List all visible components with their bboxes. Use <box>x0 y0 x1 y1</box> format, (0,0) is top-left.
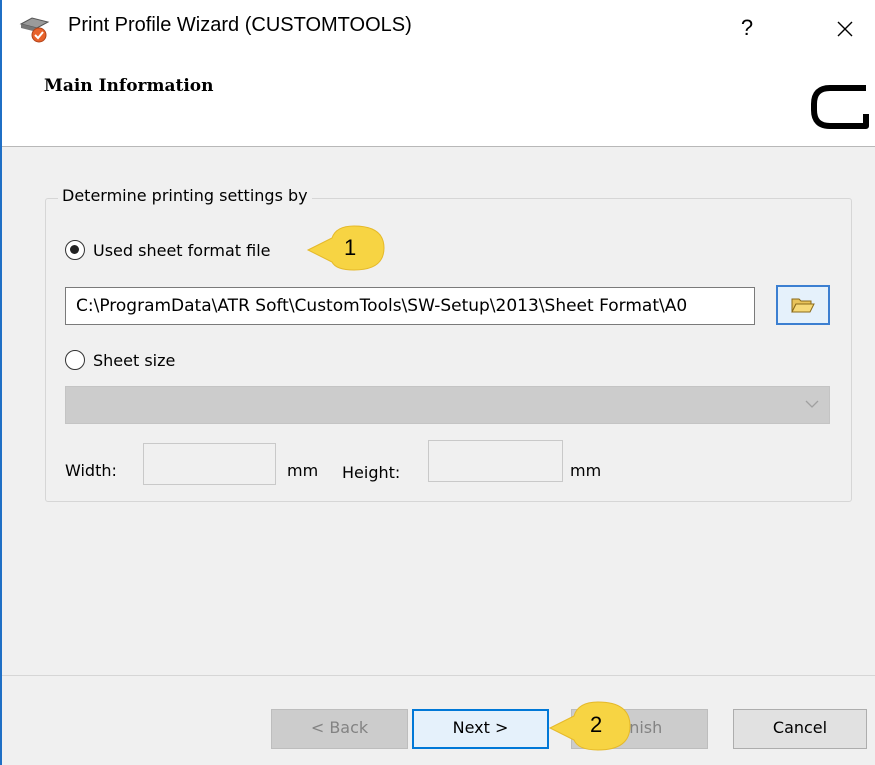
sheet-size-radio-label[interactable]: Sheet size <box>93 351 175 370</box>
sheet-size-radio[interactable] <box>65 350 85 370</box>
close-icon <box>837 21 853 36</box>
app-icon <box>19 17 50 43</box>
format-file-path-input[interactable]: C:\ProgramData\ATR Soft\CustomTools\SW-S… <box>65 287 755 325</box>
page-title: Main Information <box>44 76 214 96</box>
radio-selected-dot <box>70 245 79 254</box>
width-unit: mm <box>287 461 319 480</box>
height-label: Height: <box>342 463 401 482</box>
height-unit: mm <box>570 461 602 480</box>
cancel-button[interactable]: Cancel <box>733 709 867 749</box>
customtools-logo-icon <box>811 85 869 129</box>
window-title: Print Profile Wizard (CUSTOMTOOLS) <box>68 14 412 36</box>
wizard-header: Main Information <box>2 58 875 146</box>
chevron-down-icon <box>805 400 819 408</box>
sheet-size-select[interactable] <box>65 386 830 424</box>
width-input[interactable] <box>143 443 276 485</box>
browse-button[interactable] <box>776 285 830 325</box>
height-input[interactable] <box>428 440 563 482</box>
next-button[interactable]: Next > <box>412 709 549 749</box>
format-file-radio[interactable] <box>65 240 85 260</box>
width-label: Width: <box>65 461 117 480</box>
group-legend: Determine printing settings by <box>58 186 312 205</box>
help-button[interactable]: ? <box>724 8 770 48</box>
callout-1-number: 1 <box>344 235 357 260</box>
callout-2-number: 2 <box>590 712 603 737</box>
title-bar: Print Profile Wizard (CUSTOMTOOLS) ? <box>2 0 875 58</box>
folder-open-icon <box>791 298 815 313</box>
wizard-window: Print Profile Wizard (CUSTOMTOOLS) ? Mai… <box>0 0 875 765</box>
back-button[interactable]: < Back <box>271 709 408 749</box>
format-file-radio-label[interactable]: Used sheet format file <box>93 241 271 260</box>
close-button[interactable] <box>822 8 868 48</box>
